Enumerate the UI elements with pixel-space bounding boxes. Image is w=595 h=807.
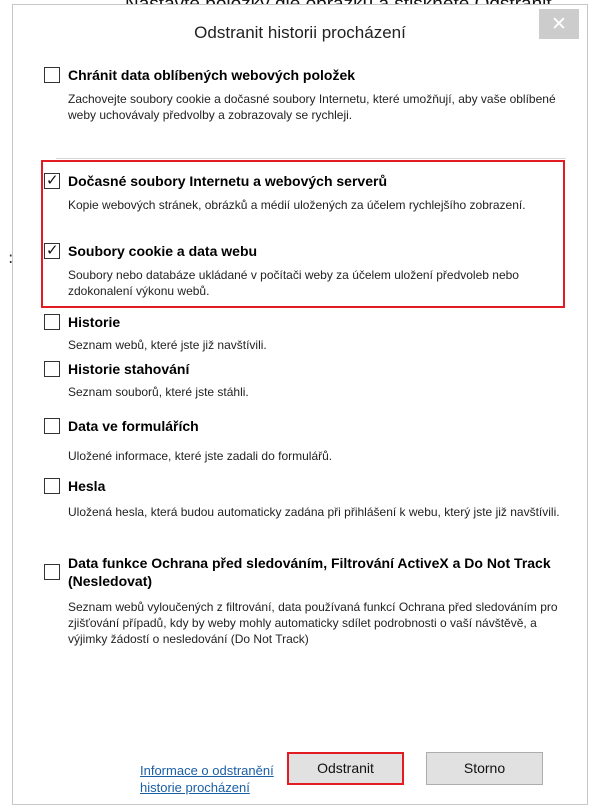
option-description: Uložené informace, které jste zadali do …	[68, 449, 333, 463]
divider	[56, 158, 566, 159]
checkbox-download-history[interactable]	[44, 361, 60, 377]
option-description: Zachovejte soubory cookie a dočasné soub…	[68, 92, 556, 122]
option-title[interactable]: Hesla	[68, 477, 105, 495]
close-button[interactable]: ✕	[539, 9, 579, 39]
cancel-button[interactable]: Storno	[426, 752, 543, 785]
option-history: Historie Seznam webů, které jste již nav…	[44, 313, 564, 352]
option-description: Seznam webů, které jste již navštívili.	[68, 338, 267, 352]
checkbox-history[interactable]	[44, 314, 60, 330]
option-title[interactable]: Data ve formulářích	[68, 417, 199, 435]
checkmark-icon: ✓	[46, 171, 59, 189]
option-description: Uložená hesla, která budou automaticky z…	[68, 505, 560, 519]
option-description: Kopie webových stránek, obrázků a médií …	[68, 198, 526, 212]
delete-history-dialog: Odstranit historii procházení ✕ Chránit …	[12, 4, 588, 805]
option-tracking-protection: Data funkce Ochrana před sledováním, Fil…	[44, 555, 564, 646]
option-title[interactable]: Historie	[68, 313, 120, 331]
checkbox-temporary-files[interactable]: ✓	[44, 171, 60, 189]
help-link[interactable]: Informace o odstranění historie procháze…	[140, 762, 290, 796]
option-description: Seznam webů vyloučených z filtrování, da…	[68, 600, 558, 646]
delete-button[interactable]: Odstranit	[287, 752, 404, 785]
option-title[interactable]: Historie stahování	[68, 360, 189, 378]
checkbox-passwords[interactable]	[44, 478, 60, 494]
checkbox-preserve-favorites[interactable]	[44, 67, 60, 83]
dialog-title: Odstranit historii procházení	[194, 23, 406, 42]
option-preserve-favorites: Chránit data oblíbených webových položek…	[44, 66, 564, 122]
option-title[interactable]: Chránit data oblíbených webových položek	[68, 66, 355, 84]
option-cookies: ✓ Soubory cookie a data webu Soubory neb…	[44, 241, 564, 298]
option-description: Soubory nebo databáze ukládané v počítač…	[68, 268, 519, 298]
option-passwords: Hesla Uložená hesla, která budou automat…	[44, 477, 564, 519]
option-download-history: Historie stahování Seznam souborů, které…	[44, 360, 564, 399]
checkbox-cookies[interactable]: ✓	[44, 241, 60, 259]
checkbox-tracking-protection[interactable]	[44, 564, 60, 580]
option-title[interactable]: Data funkce Ochrana před sledováním, Fil…	[68, 554, 568, 590]
option-form-data: Data ve formulářích Uložené informace, k…	[44, 417, 564, 463]
checkbox-form-data[interactable]	[44, 418, 60, 434]
option-title[interactable]: Dočasné soubory Internetu a webových ser…	[68, 172, 387, 190]
option-temporary-files: ✓ Dočasné soubory Internetu a webových s…	[44, 171, 564, 212]
close-icon: ✕	[551, 13, 567, 35]
checkmark-icon: ✓	[46, 241, 59, 259]
option-title[interactable]: Soubory cookie a data webu	[68, 242, 257, 260]
dialog-titlebar[interactable]: Odstranit historii procházení ✕	[13, 5, 587, 53]
option-description: Seznam souborů, které jste stáhli.	[68, 385, 249, 399]
